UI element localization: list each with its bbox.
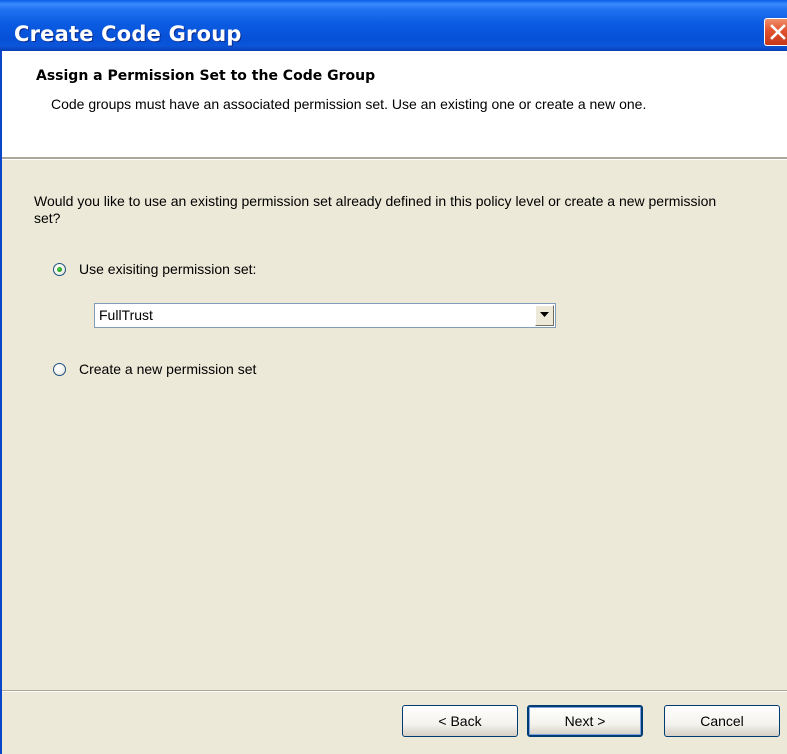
chevron-down-icon <box>540 312 549 317</box>
header-divider <box>0 157 787 160</box>
use-existing-option[interactable]: Use exisiting permission set: <box>53 259 256 279</box>
close-button[interactable] <box>764 18 787 46</box>
back-button[interactable]: < Back <box>402 705 518 737</box>
footer-divider <box>2 690 787 692</box>
header-description: Code groups must have an associated perm… <box>51 96 647 112</box>
use-existing-radio[interactable] <box>53 262 66 276</box>
cancel-button[interactable]: Cancel <box>664 705 780 737</box>
question-text: Would you like to use an existing permis… <box>34 193 717 226</box>
dropdown-button[interactable] <box>535 305 554 326</box>
next-button[interactable]: Next > <box>527 705 643 737</box>
window-title: Create Code Group <box>14 22 242 46</box>
permission-set-selected-value: FullTrust <box>99 307 153 323</box>
permission-set-select[interactable]: FullTrust <box>94 303 556 328</box>
use-existing-label[interactable]: Use exisiting permission set: <box>79 261 256 277</box>
create-new-label[interactable]: Create a new permission set <box>79 361 256 377</box>
create-code-group-dialog: Create Code Group Assign a Permission Se… <box>0 0 787 754</box>
window-left-border <box>0 157 2 754</box>
title-bar[interactable]: Create Code Group <box>0 0 787 51</box>
create-new-radio[interactable] <box>53 362 66 376</box>
header-title: Assign a Permission Set to the Code Grou… <box>36 68 376 84</box>
wizard-header: Assign a Permission Set to the Code Grou… <box>0 51 787 157</box>
create-new-option[interactable]: Create a new permission set <box>53 359 256 379</box>
close-icon <box>770 24 786 40</box>
